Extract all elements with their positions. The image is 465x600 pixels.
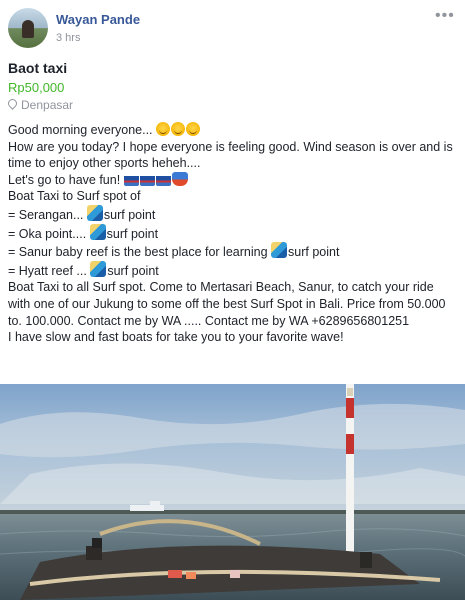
surfer-emoji-icon [90, 260, 107, 277]
listing-photo[interactable] [0, 384, 465, 600]
surf-spot-suffix: surf point [106, 226, 159, 241]
ship-emoji-icon [139, 171, 155, 186]
ship-emoji-icon [123, 171, 139, 186]
marketplace-post: Wayan Pande 3 hrs ••• Baot taxi Rp50,000… [0, 0, 465, 600]
author-name[interactable]: Wayan Pande [56, 12, 140, 27]
greeting-text: Good morning everyone... [8, 123, 156, 137]
avatar-figure [22, 20, 34, 38]
body-line-fun: Let's go to have fun! [8, 171, 458, 189]
surf-spot-item: = Hyatt reef ... surf point [8, 260, 458, 280]
body-line-intro: How are you today? I hope everyone is fe… [8, 139, 453, 171]
body-line-details: Boat Taxi to all Surf spot. Come to Mert… [8, 280, 446, 328]
body-line-boats: I have slow and fast boats for take you … [8, 330, 344, 345]
surf-spot-suffix: surf point [107, 263, 159, 278]
surfer-emoji-icon [86, 204, 103, 221]
smile-emoji-icon [156, 122, 170, 136]
pin-icon [6, 97, 19, 110]
listing-price: Rp50,000 [8, 80, 65, 95]
avatar[interactable] [8, 8, 48, 48]
surf-spot-name: = Serangan... [8, 207, 87, 222]
post-body: Good morning everyone... How are you tod… [8, 122, 458, 346]
surfer-emoji-icon [271, 242, 288, 259]
surfer-emoji-icon [89, 223, 106, 240]
listing-location: Denpasar [6, 97, 74, 112]
listing-title: Baot taxi [8, 60, 68, 76]
post-timestamp[interactable]: 3 hrs [56, 32, 80, 44]
fun-text: Let's go to have fun! [8, 172, 124, 187]
ship-emoji-icon [155, 171, 171, 186]
surf-spot-name: = Sanur baby reef is the best place for … [8, 245, 272, 260]
body-line-taxi-heading: Boat Taxi to Surf spot of [8, 189, 141, 204]
surf-spot-suffix: surf point [288, 245, 340, 260]
surf-spot-item: = Sanur baby reef is the best place for … [8, 242, 458, 261]
smile-emoji-icon [171, 122, 185, 136]
surf-spot-name: = Hyatt reef ... [8, 263, 91, 278]
body-line-greeting: Good morning everyone... [8, 122, 458, 139]
smile-emoji-icon [186, 122, 200, 136]
boat-photo-graphic [0, 384, 465, 600]
surf-spot-item: = Oka point.... surf point [8, 223, 458, 243]
surf-spot-name: = Oka point.... [8, 226, 90, 241]
surf-spot-suffix: surf point [103, 207, 156, 222]
more-options-icon[interactable]: ••• [435, 8, 454, 24]
location-label: Denpasar [21, 98, 74, 112]
surf-spot-item: = Serangan... surf point [8, 204, 458, 224]
rowboat-emoji-icon [171, 171, 188, 186]
post-header: Wayan Pande 3 hrs ••• [8, 8, 457, 48]
